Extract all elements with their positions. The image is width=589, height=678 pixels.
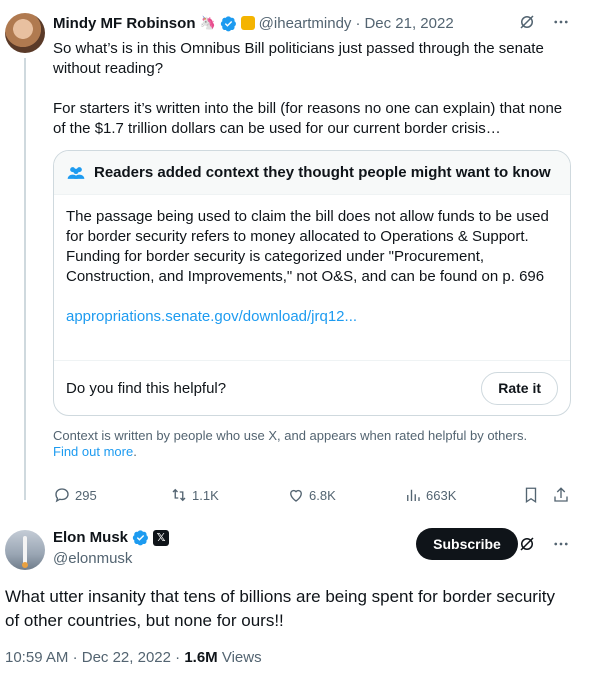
- community-note-text: The passage being used to claim the bill…: [66, 208, 549, 285]
- grok-icon[interactable]: [517, 534, 537, 554]
- verified-badge-icon[interactable]: [132, 529, 149, 546]
- author-handle[interactable]: @elonmusk: [53, 550, 132, 567]
- verified-badge-icon[interactable]: [220, 15, 237, 32]
- author-name[interactable]: Mindy MF Robinson: [53, 15, 195, 32]
- x-affiliation-badge-icon[interactable]: 𝕏: [153, 529, 170, 546]
- tweet-text: So what’s is in this Omnibus Bill politi…: [53, 39, 573, 159]
- repost-button[interactable]: 1.1K: [170, 486, 219, 504]
- views-button[interactable]: 663K: [404, 486, 456, 504]
- context-disclaimer-text: Context is written by people who use X, …: [53, 428, 528, 443]
- reply-button[interactable]: 295: [53, 486, 97, 504]
- reply-icon: [55, 488, 69, 503]
- rocket-icon: [23, 536, 27, 564]
- tweet-date[interactable]: Dec 22, 2022: [82, 649, 171, 666]
- author-handle[interactable]: @iheartmindy: [259, 15, 352, 32]
- find-out-more-period: .: [133, 444, 137, 459]
- thread-connector-line: [24, 58, 26, 500]
- rate-it-button[interactable]: Rate it: [481, 371, 558, 405]
- community-note-body: The passage being used to claim the bill…: [54, 195, 570, 327]
- tweet-header: Elon Musk 𝕏: [53, 529, 170, 546]
- tweet-top-actions: [517, 534, 571, 554]
- avatar[interactable]: [5, 530, 45, 570]
- engagement-bar: 295 1.1K 6.8K 663K: [53, 485, 573, 505]
- helpful-question: Do you find this helpful?: [66, 379, 227, 397]
- unicorn-emoji-icon: 🦄: [199, 15, 216, 30]
- community-note-link[interactable]: appropriations.senate.gov/download/jrq12…: [66, 307, 558, 327]
- more-options-icon[interactable]: [551, 534, 571, 554]
- community-note-card: Readers added context they thought peopl…: [53, 150, 571, 416]
- views-count: 1.6M: [184, 649, 218, 666]
- like-button[interactable]: 6.8K: [287, 486, 336, 504]
- community-note-title: Readers added context they thought peopl…: [94, 164, 551, 181]
- share-icon[interactable]: [551, 485, 571, 505]
- heart-icon: [290, 489, 302, 502]
- tweet-header: Mindy MF Robinson 🦄 @iheartmindy · Dec 2…: [53, 13, 454, 33]
- like-count: 6.8K: [309, 487, 336, 503]
- tweet-top-actions: [517, 12, 571, 32]
- context-disclaimer: Context is written by people who use X, …: [53, 428, 573, 460]
- tweet-paragraph: So what’s is in this Omnibus Bill politi…: [53, 40, 544, 77]
- more-options-icon[interactable]: [551, 12, 571, 32]
- meta-separator: ·: [175, 649, 181, 666]
- meta-separator: ·: [72, 649, 78, 666]
- grok-icon[interactable]: [517, 12, 537, 32]
- repost-count: 1.1K: [192, 487, 219, 503]
- community-note-header: Readers added context they thought peopl…: [54, 151, 570, 195]
- yellow-badge-icon: [240, 16, 255, 30]
- author-name[interactable]: Elon Musk: [53, 529, 128, 546]
- views-count: 663K: [426, 487, 457, 503]
- bookmark-icon[interactable]: [521, 485, 541, 505]
- reply-count: 295: [75, 487, 97, 503]
- people-icon: [67, 166, 85, 179]
- avatar[interactable]: [5, 13, 45, 53]
- find-out-more-link[interactable]: Find out more: [53, 444, 133, 459]
- tweet-time[interactable]: 10:59 AM: [5, 649, 68, 666]
- repost-icon: [172, 488, 186, 502]
- tweet-paragraph: For starters it’s written into the bill …: [53, 100, 563, 137]
- views-label: Views: [221, 649, 262, 666]
- tweet-meta: 10:59 AM · Dec 22, 2022 · 1.6M Views: [5, 649, 262, 666]
- analytics-icon: [407, 489, 420, 501]
- tweet-date[interactable]: Dec 21, 2022: [364, 15, 453, 32]
- subscribe-button[interactable]: Subscribe: [416, 528, 518, 560]
- community-note-footer: Do you find this helpful? Rate it: [54, 360, 570, 415]
- tweet-text: What utter insanity that tens of billion…: [5, 587, 555, 630]
- meta-separator: ·: [355, 14, 361, 32]
- flame-icon: [22, 562, 28, 568]
